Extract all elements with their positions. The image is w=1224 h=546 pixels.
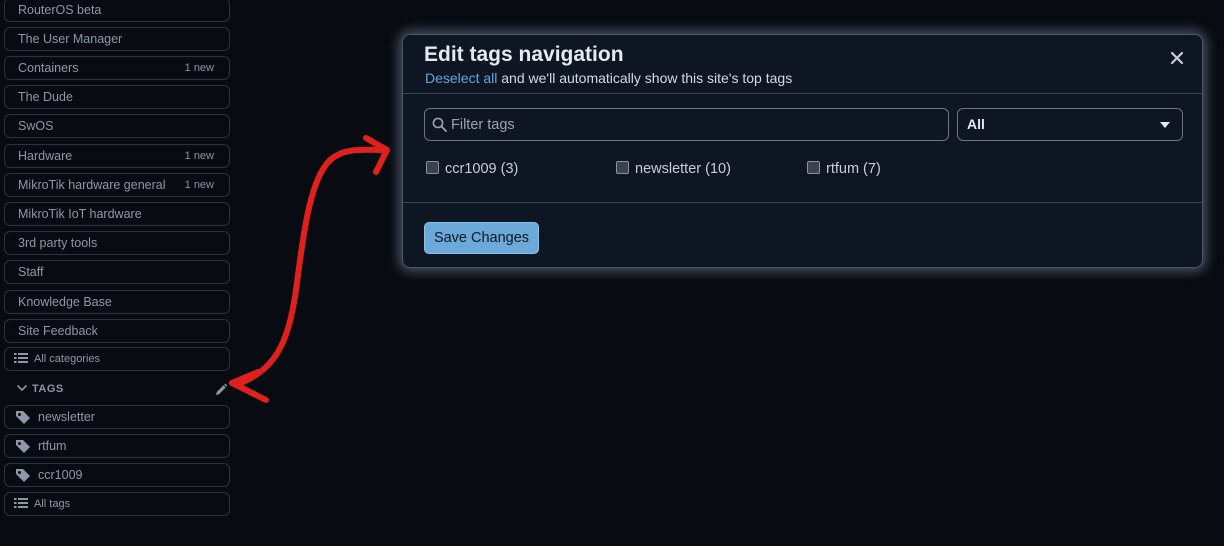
tag-label: ccr1009 (38, 468, 83, 482)
category-site-feedback[interactable]: Site Feedback (4, 319, 230, 343)
category-label: Site Feedback (18, 324, 98, 338)
search-icon (432, 117, 447, 132)
tag-item-rtfum[interactable]: rtfum (4, 434, 230, 458)
all-categories-label: All categories (34, 353, 101, 365)
category-the-dude[interactable]: The Dude (4, 85, 230, 109)
new-badge: 1 new (184, 179, 214, 191)
checkbox-label: rtfum (7) (826, 161, 881, 177)
category-knowledge-base[interactable]: Knowledge Base (4, 290, 230, 314)
category-label: The User Manager (18, 32, 123, 46)
divider (403, 93, 1202, 94)
category-swos[interactable]: SwOS (4, 114, 230, 138)
category-label: Containers (18, 61, 79, 75)
checkbox[interactable] (807, 161, 820, 174)
tag-label: rtfum (38, 439, 67, 453)
checkbox[interactable] (426, 161, 439, 174)
category-label: Knowledge Base (18, 295, 112, 309)
category-label: Hardware (18, 149, 73, 163)
filter-tags-input[interactable] (451, 109, 941, 140)
all-categories-link[interactable]: All categories (4, 347, 230, 371)
subtitle-text: and we'll automatically show this site's… (497, 70, 793, 86)
tag-icon (16, 440, 30, 453)
list-icon (14, 498, 28, 508)
checkbox-rtfum[interactable]: rtfum (7) (807, 161, 881, 177)
edit-tags-modal: Edit tags navigation Deselect all and we… (402, 34, 1203, 268)
tag-item-newsletter[interactable]: newsletter (4, 405, 230, 429)
category-label: Staff (18, 265, 44, 279)
divider (403, 202, 1202, 203)
close-icon[interactable] (1169, 50, 1185, 66)
checkbox[interactable] (616, 161, 629, 174)
category-label: RouterOS beta (18, 3, 102, 17)
tags-heading: TAGS (32, 383, 64, 395)
category-mikrotik-iot-hardware[interactable]: MikroTik IoT hardware (4, 202, 230, 226)
category-label: MikroTik hardware general (18, 178, 166, 192)
category-mikrotik-hardware-general[interactable]: MikroTik hardware general 1 new (4, 173, 230, 197)
chevron-down-icon (16, 384, 28, 392)
tag-label: newsletter (38, 410, 95, 424)
modal-title: Edit tags navigation (424, 43, 624, 66)
tag-scope-select[interactable]: All (957, 108, 1183, 141)
category-label: MikroTik IoT hardware (18, 207, 142, 221)
category-label: The Dude (18, 90, 73, 104)
tag-item-ccr1009[interactable]: ccr1009 (4, 463, 230, 487)
select-value: All (967, 116, 985, 132)
category-containers[interactable]: Containers 1 new (4, 56, 230, 80)
tag-icon (16, 411, 30, 424)
list-icon (14, 353, 28, 363)
all-tags-link[interactable]: All tags (4, 492, 230, 516)
category-hardware[interactable]: Hardware 1 new (4, 144, 230, 168)
category-label: 3rd party tools (18, 236, 98, 250)
all-tags-label: All tags (34, 498, 71, 510)
checkbox-ccr1009[interactable]: ccr1009 (3) (426, 161, 518, 177)
save-changes-button[interactable]: Save Changes (424, 222, 539, 254)
caret-down-icon (1160, 122, 1170, 128)
modal-subtitle: Deselect all and we'll automatically sho… (425, 70, 792, 86)
category-routeros-beta[interactable]: RouterOS beta (4, 0, 230, 22)
category-label: SwOS (18, 119, 54, 133)
category-3rd-party-tools[interactable]: 3rd party tools (4, 231, 230, 255)
pencil-icon[interactable] (214, 383, 228, 397)
category-staff[interactable]: Staff (4, 260, 230, 284)
tag-icon (16, 469, 30, 482)
filter-tags-field[interactable] (424, 108, 949, 141)
checkbox-label: newsletter (10) (635, 161, 731, 177)
category-user-manager[interactable]: The User Manager (4, 27, 230, 51)
checkbox-newsletter[interactable]: newsletter (10) (616, 161, 731, 177)
tags-section-toggle[interactable]: TAGS (16, 383, 64, 395)
deselect-all-link[interactable]: Deselect all (425, 70, 497, 86)
checkbox-label: ccr1009 (3) (445, 161, 519, 177)
new-badge: 1 new (184, 62, 214, 74)
new-badge: 1 new (184, 150, 214, 162)
